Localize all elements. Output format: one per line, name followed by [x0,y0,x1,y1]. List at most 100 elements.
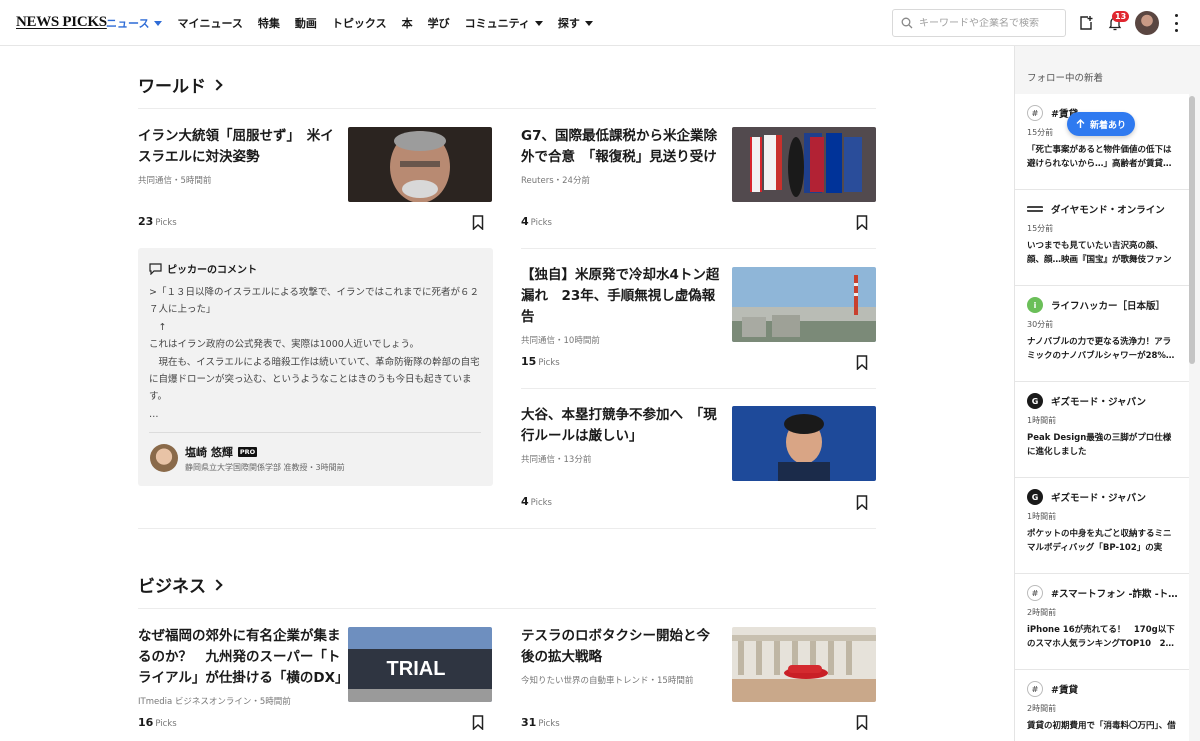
nav-my-news[interactable]: マイニュース [177,15,242,31]
chevron-down-icon [584,20,593,26]
bookmark-icon[interactable] [472,715,484,730]
main-nav: ニュース マイニュース 特集 動画 トピックス 本 学び コミュニティ 探す [106,0,608,46]
user-avatar[interactable] [1135,11,1159,35]
nav-books[interactable]: 本 [402,15,413,31]
article-meta: 共同通信・5時間前 [138,176,212,186]
gizmodo-logo-icon: G [1027,489,1043,505]
picks-count[interactable]: 4 Picks [521,495,552,508]
hash-icon: # [1027,105,1043,121]
picks-number: 31 [521,716,537,729]
nav-search-menu[interactable]: 探す [558,15,593,31]
picks-number: 15 [521,355,537,368]
feed-time: 1時間前 [1027,416,1057,425]
article-title[interactable]: 【独自】米原発で冷却水4トン超漏れ 23年、手順無視し虚偽報告 [521,265,721,328]
feed-item[interactable]: i ライフハッカー［日本版］ 30分前 ナノバブルの力で更なる洗浄力！アラミックの… [1015,286,1189,382]
picks-count[interactable]: 31 Picks [521,716,560,729]
article-title[interactable]: テスラのロボタクシー開始と今後の拡大戦略 [521,626,721,668]
bookmark-icon[interactable] [856,355,868,370]
bookmark-icon[interactable] [856,495,868,510]
article-thumbnail[interactable]: TRIAL [348,627,492,702]
thumbnail-store-sign: TRIAL [387,658,446,680]
following-sidebar: フォロー中の新着 # #賃貸 15分前 「死亡事案があると物件価値の低下は避けられ… [1014,46,1200,741]
bookmark-icon[interactable] [472,215,484,230]
article-card-ohtani[interactable]: 大谷、本塁打競争不参加へ 「現行ルールは厳しい」 共同通信・13分前 [521,405,721,465]
article-title[interactable]: G7、国際最低課税から米企業除外で合意 「報復税」見送り受け [521,126,721,168]
picker-name[interactable]: 塩崎 悠輝 PRO [185,444,258,460]
section-world-title[interactable]: ワールド [138,72,223,97]
nav-video[interactable]: 動画 [295,15,317,31]
feed-item[interactable]: # #賃貸 15分前 「死亡事案があると物件価値の低下は避けられないから…」高齢者… [1015,94,1189,190]
diamond-logo-icon [1027,206,1043,212]
picks-label: Picks [538,719,560,729]
feed-item[interactable]: G ギズモード・ジャパン 1時間前 Peak Design最強の三脚がプロ仕様に進… [1015,382,1189,478]
search-box[interactable] [892,9,1066,37]
picks-number: 16 [138,716,154,729]
feed-text: iPhone 16が売れてる！ 170g以下のスマホ人気ランキングTOP10 2… [1027,625,1175,649]
feed-time: 2時間前 [1027,704,1057,713]
section-business-title[interactable]: ビジネス [138,572,223,597]
picks-count[interactable]: 4 Picks [521,215,552,228]
article-thumbnail[interactable] [348,127,492,202]
nav-learning[interactable]: 学び [428,15,450,31]
hash-icon: # [1027,585,1043,601]
share-icon[interactable] [1075,12,1097,34]
nav-features[interactable]: 特集 [258,15,280,31]
picks-label: Picks [155,218,177,228]
nav-community[interactable]: コミュニティ [465,15,543,31]
section-world-label: ワールド [138,77,206,97]
nav-news[interactable]: ニュース [106,15,163,31]
picks-label: Picks [530,218,552,228]
feed-text: 「死亡事案があると物件価値の低下は避けられないから…」高齢者が賃貸… [1027,145,1172,169]
article-card-iran[interactable]: イラン大統領「屈服せず」 米イスラエルに対決姿勢 共同通信・5時間前 [138,126,343,186]
article-title[interactable]: 大谷、本塁打競争不参加へ 「現行ルールは厳しい」 [521,405,721,447]
article-thumbnail[interactable] [732,127,876,202]
feed-text: ポケットの中身を丸ごと収納するミニマルボディバッグ「BP-102」の実力… [1027,529,1172,553]
bookmark-icon[interactable] [856,715,868,730]
new-items-button[interactable]: 新着あり [1067,112,1135,136]
picker-avatar[interactable] [150,444,178,472]
sidebar-heading: フォロー中の新着 [1027,73,1104,84]
article-card-tesla[interactable]: テスラのロボタクシー開始と今後の拡大戦略 今知りたい世界の自動車トレンド・15時… [521,626,721,686]
comment-text: >「１３日以降のイスラエルによる攻撃で、イランではこれまでに死者が６２７人に上っ… [149,287,480,420]
feed-text: ナノバブルの力で更なる洗浄力！アラミックのナノバブルシャワーが28%… [1027,337,1175,361]
picks-count[interactable]: 15 Picks [521,355,560,368]
divider [521,388,876,389]
picks-number: 4 [521,495,529,508]
arrow-up-icon [1076,119,1085,128]
nav-news-label: ニュース [106,17,150,30]
bookmark-icon[interactable] [856,215,868,230]
nav-books-label: 本 [401,17,413,30]
top-header: NEWS PICKS ニュース マイニュース 特集 動画 トピックス 本 学び … [0,0,1200,46]
feed-item[interactable]: # #賃貸 2時間前 賃貸の初期費用で「消毒料〇万円」、借 [1015,670,1189,741]
more-icon[interactable] [1170,14,1182,32]
article-title[interactable]: イラン大統領「屈服せず」 米イスラエルに対決姿勢 [138,126,343,168]
feed-time: 30分前 [1027,320,1054,329]
picks-count[interactable]: 16 Picks [138,716,177,729]
feed-source: ライフハッカー［日本版］ [1051,301,1166,312]
newspicks-logo[interactable]: NEWS PICKS [16,14,107,31]
article-meta: 共同通信・10時間前 [521,336,600,346]
picker-comment-box[interactable]: ピッカーのコメント >「１３日以降のイスラエルによる攻撃で、イランではこれまでに… [138,248,493,486]
article-title[interactable]: なぜ福岡の郊外に有名企業が集まるのか？ 九州発のスーパー「トライアル」が仕掛ける… [138,626,348,689]
article-thumbnail[interactable] [732,267,876,342]
feed-item[interactable]: ダイヤモンド・オンライン 15分前 いつまでも見ていたい吉沢亮の顔、顔、顔…映画… [1015,190,1189,286]
feed-item[interactable]: # #スマートフォン -詐欺 -ト… 2時間前 iPhone 16が売れてる！ 1… [1015,574,1189,670]
article-thumbnail[interactable] [732,627,876,702]
nav-features-label: 特集 [257,17,280,30]
hash-icon: # [1027,681,1043,697]
feed-text: 賃貸の初期費用で「消毒料〇万円」、借 [1027,721,1176,731]
article-card-trial[interactable]: なぜ福岡の郊外に有名企業が集まるのか？ 九州発のスーパー「トライアル」が仕掛ける… [138,626,348,707]
nav-topics[interactable]: トピックス [332,15,387,31]
comment-heading: ピッカーのコメント [149,261,257,276]
picks-count[interactable]: 23 Picks [138,215,177,228]
feed-item[interactable]: G ギズモード・ジャパン 1時間前 ポケットの中身を丸ごと収納するミニマルボディバ… [1015,478,1189,574]
nav-learning-label: 学び [427,17,450,30]
article-card-g7[interactable]: G7、国際最低課税から米企業除外で合意 「報復税」見送り受け Reuters・2… [521,126,721,186]
search-input[interactable] [919,17,1059,29]
article-card-nuclear[interactable]: 【独自】米原発で冷却水4トン超漏れ 23年、手順無視し虚偽報告 共同通信・10時… [521,265,721,346]
picks-number: 4 [521,215,529,228]
picks-label: Picks [538,358,560,368]
chevron-down-icon [534,20,543,26]
article-thumbnail[interactable] [732,406,876,481]
sidebar-scrollbar[interactable] [1189,96,1195,364]
